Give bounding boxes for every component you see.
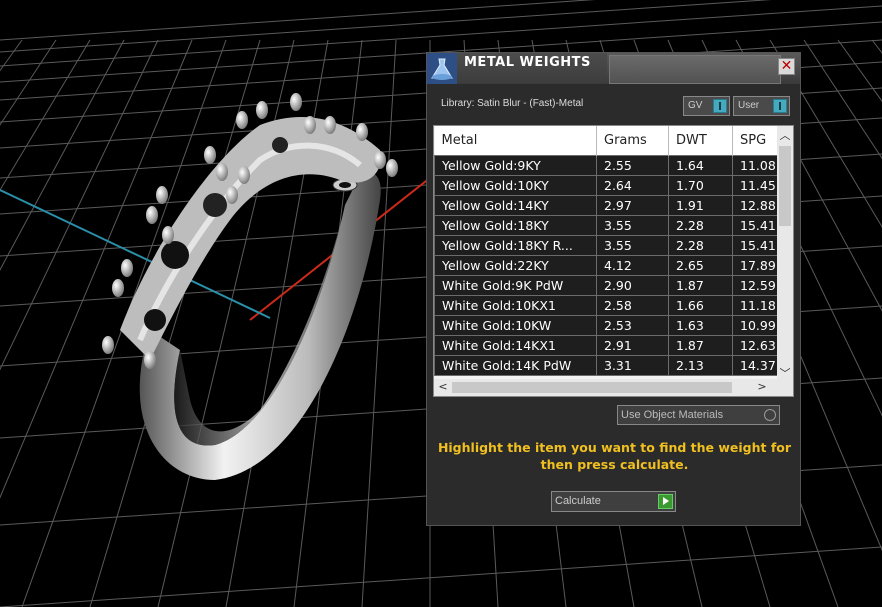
close-icon: ✕ [780,58,793,74]
cell-grams: 3.31 [596,355,669,376]
cell-metal: Yellow Gold:14KY [434,195,597,216]
cell-grams: 2.53 [596,315,669,336]
instruction-text: Highlight the item you want to find the … [437,440,792,472]
cell-metal: Yellow Gold:10KY [434,175,597,196]
horizontal-scrollbar[interactable]: < > [434,379,793,396]
cell-metal: Yellow Gold:18KY [434,215,597,236]
title-bar-right [609,55,781,84]
horizontal-scroll-thumb[interactable] [452,382,732,393]
cell-dwt: 1.87 [668,275,733,296]
cell-grams: 4.12 [596,255,669,276]
table-row[interactable]: Yellow Gold:18KY 3.55 2.28 15.41 [434,215,793,236]
column-header-grams[interactable]: Grams [596,126,669,156]
gv-toggle[interactable]: GV [683,96,730,116]
cell-dwt: 1.87 [668,335,733,356]
cell-dwt: 1.63 [668,315,733,336]
dropdown-circle-icon [764,409,776,421]
flask-icon [427,53,457,84]
toggle-knob-icon [773,99,787,113]
use-object-materials-dropdown[interactable]: Use Object Materials [617,405,780,425]
metal-weights-panel: METAL WEIGHTS ✕ Library: Satin Blur - (F… [426,52,801,526]
cell-dwt: 2.13 [668,355,733,376]
user-toggle[interactable]: User [733,96,790,116]
cell-dwt: 1.66 [668,295,733,316]
cell-grams: 3.55 [596,215,669,236]
cell-metal: Yellow Gold:9KY [434,155,597,176]
cell-dwt: 2.65 [668,255,733,276]
cell-metal: White Gold:10KW [434,315,597,336]
calculate-button[interactable]: Calculate [551,491,676,512]
cell-grams: 2.90 [596,275,669,296]
metal-table[interactable]: Metal Grams DWT SPG Yellow Gold:9KY 2.55 1… [433,125,794,397]
dropdown-label: Use Object Materials [621,409,724,421]
cell-grams: 2.91 [596,335,669,356]
cell-grams: 2.55 [596,155,669,176]
column-header-metal[interactable]: Metal [434,126,597,156]
table-header-row: Metal Grams DWT SPG [434,126,793,156]
table-row[interactable]: Yellow Gold:14KY 2.97 1.91 12.88 [434,195,793,216]
table-row[interactable]: White Gold:9K PdW 2.90 1.87 12.59 [434,275,793,296]
table-row[interactable]: White Gold:10KW 2.53 1.63 10.99 [434,315,793,336]
cell-metal: White Gold:14KX1 [434,335,597,356]
library-label: Library: Satin Blur - (Fast)-Metal [441,98,584,109]
play-arrow-icon [658,494,673,509]
column-header-dwt[interactable]: DWT [668,126,733,156]
cell-metal: Yellow Gold:18KY R... [434,235,597,256]
cell-grams: 2.97 [596,195,669,216]
cell-grams: 3.55 [596,235,669,256]
table-row[interactable]: White Gold:10KX1 2.58 1.66 11.18 [434,295,793,316]
cell-metal: White Gold:10KX1 [434,295,597,316]
table-row[interactable]: White Gold:14KX1 2.91 1.87 12.63 [434,335,793,356]
table-row[interactable]: Yellow Gold:18KY R... 3.55 2.28 15.41 [434,235,793,256]
scroll-up-icon[interactable]: ︿ [777,127,793,143]
cell-dwt: 2.28 [668,215,733,236]
cell-dwt: 1.64 [668,155,733,176]
close-button[interactable]: ✕ [778,58,795,75]
panel-title: METAL WEIGHTS [464,55,591,70]
cell-dwt: 2.28 [668,235,733,256]
vertical-scrollbar[interactable]: ︿ ﹀ [777,126,793,381]
cell-grams: 2.58 [596,295,669,316]
title-bar[interactable]: METAL WEIGHTS ✕ [427,53,800,84]
cell-grams: 2.64 [596,175,669,196]
calculate-label: Calculate [555,495,601,507]
table-row[interactable]: Yellow Gold:10KY 2.64 1.70 11.45 [434,175,793,196]
cell-dwt: 1.70 [668,175,733,196]
user-toggle-label: User [738,100,760,111]
toggle-knob-icon [713,99,727,113]
gv-toggle-label: GV [688,100,703,111]
scroll-left-icon[interactable]: < [435,380,451,393]
table-row[interactable]: White Gold:14K PdW 3.31 2.13 14.37 [434,355,793,376]
cell-metal: Yellow Gold:22KY [434,255,597,276]
cell-metal: White Gold:14K PdW [434,355,597,376]
scroll-right-icon[interactable]: > [754,380,770,393]
cell-metal: White Gold:9K PdW [434,275,597,296]
cell-dwt: 1.91 [668,195,733,216]
vertical-scroll-thumb[interactable] [779,146,791,226]
table-row[interactable]: Yellow Gold:22KY 4.12 2.65 17.89 [434,255,793,276]
table-row[interactable]: Yellow Gold:9KY 2.55 1.64 11.08 [434,155,793,176]
